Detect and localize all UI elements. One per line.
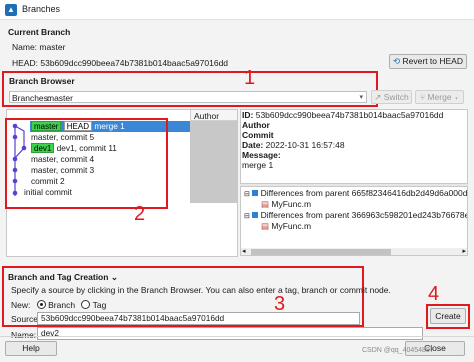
help-button[interactable]: Help [5,341,57,356]
diff-icon [252,190,259,196]
diff-label: Differences from parent 665f82346416db2d… [260,188,468,198]
merge-button[interactable]: ⑂ Merge ▾ [415,90,464,104]
diff-node[interactable]: ⊟ Differences from parent 665f82346416db… [244,188,468,198]
file-label: MyFunc.m [271,221,312,231]
collapse-icon: ⊟ [244,191,250,198]
branches-label: Branches: [12,93,51,103]
message-value: merge 1 [242,160,274,170]
diff-file[interactable]: ▤ MyFunc.m [261,199,311,210]
diff-icon [252,212,259,218]
horizontal-scrollbar[interactable]: ◂ ▸ [241,248,467,255]
diff-label: Differences from parent 366963c598201ed2… [260,210,468,220]
diff-node[interactable]: ⊟ Differences from parent 366963c598201e… [244,210,468,220]
source-field[interactable]: 53b609dcc990beea74b7381b014baac5a97016dd [37,312,360,325]
radio-tag-label: Tag [92,300,107,310]
new-type-row: New: Branch Tag [11,300,106,310]
file-label: MyFunc.m [271,199,312,209]
current-branch-name: Name: master [12,42,65,52]
footer-divider [0,336,474,337]
create-button[interactable]: Create [430,308,466,324]
radio-branch[interactable]: Branch [36,300,78,310]
title-bar: ▲ Branches [0,0,474,20]
id-label: ID: [242,110,254,120]
annotation-1: 1 [244,67,256,89]
branch-browser-heading: Branch Browser [9,76,75,86]
revert-to-head-button[interactable]: ⟲ Revert to HEAD [389,54,467,69]
creation-heading[interactable]: Branch and Tag Creation ⌄ [8,272,118,283]
radio-tag[interactable]: Tag [81,300,106,310]
message-label: Message: [242,150,281,160]
m-file-icon: ▤ [261,221,270,231]
radio-branch-label: Branch [48,300,76,310]
new-label: New: [11,300,31,310]
creation-hint: Specify a source by clicking in the Bran… [11,285,391,295]
id-value: 53b609dcc990beea74b7381b014baac5a97016dd [255,110,444,120]
radio-unselected-icon [81,300,91,309]
diff-file[interactable]: ▤ MyFunc.m [261,221,311,232]
branch-name-field[interactable]: dev2 [37,327,423,340]
annotation-4: 4 [428,283,440,305]
head-label: HEAD: [12,58,38,68]
diff-tree-panel: ⊟ Differences from parent 665f82346416db… [240,186,468,256]
annotation-box-2 [5,118,168,209]
switch-icon: ↗ [374,92,382,102]
creation-heading-label: Branch and Tag Creation [8,272,109,282]
switch-button[interactable]: ↗ Switch [371,90,412,104]
source-label: Source: [11,314,41,324]
annotation-2: 2 [134,203,146,225]
head-value: 53b609dcc990beea74b7381b014baac5a97016dd [40,58,229,68]
scroll-thumb[interactable] [251,249,391,255]
switch-label: Switch [383,92,409,102]
current-branch-heading: Current Branch [8,27,71,37]
scroll-left-icon: ◂ [242,248,246,255]
commit-details: ID: 53b609dcc990beea74b7381b014baac5a970… [242,110,443,170]
scroll-right-icon: ▸ [462,248,466,255]
branches-dropdown[interactable]: Branches: master ▾ [9,91,367,103]
chevron-down-icon: ▾ [359,94,363,101]
chevron-down-icon: ▾ [453,92,460,102]
author-column-header[interactable]: Author [190,110,237,121]
date-value: 2022-10-31 16:57:48 [265,140,345,150]
window-title: Branches [22,4,61,14]
branches-value: master [47,93,73,103]
author-header-label: Author [194,111,220,121]
name-label: Name: [12,42,38,52]
commit-label: Commit [242,130,274,140]
revert-button-label: Revert to HEAD [402,56,463,66]
date-label: Date: [242,140,264,150]
revert-icon: ⟲ [393,56,401,66]
merge-icon: ⑂ [419,92,426,102]
author-column-cells [190,121,237,203]
radio-selected-icon [36,300,46,309]
watermark: CSDN @qq_40454887 [362,347,434,354]
chevron-down-icon: ⌄ [110,272,118,282]
merge-label: Merge [427,92,452,102]
name-value: master [39,42,66,52]
m-file-icon: ▤ [261,199,270,209]
author-label: Author [242,120,270,130]
branch-name-label: Name: [11,330,37,340]
matlab-icon: ▲ [5,4,17,16]
current-branch-head: HEAD: 53b609dcc990beea74b7381b014baac5a9… [12,58,228,68]
collapse-icon: ⊟ [244,213,250,220]
